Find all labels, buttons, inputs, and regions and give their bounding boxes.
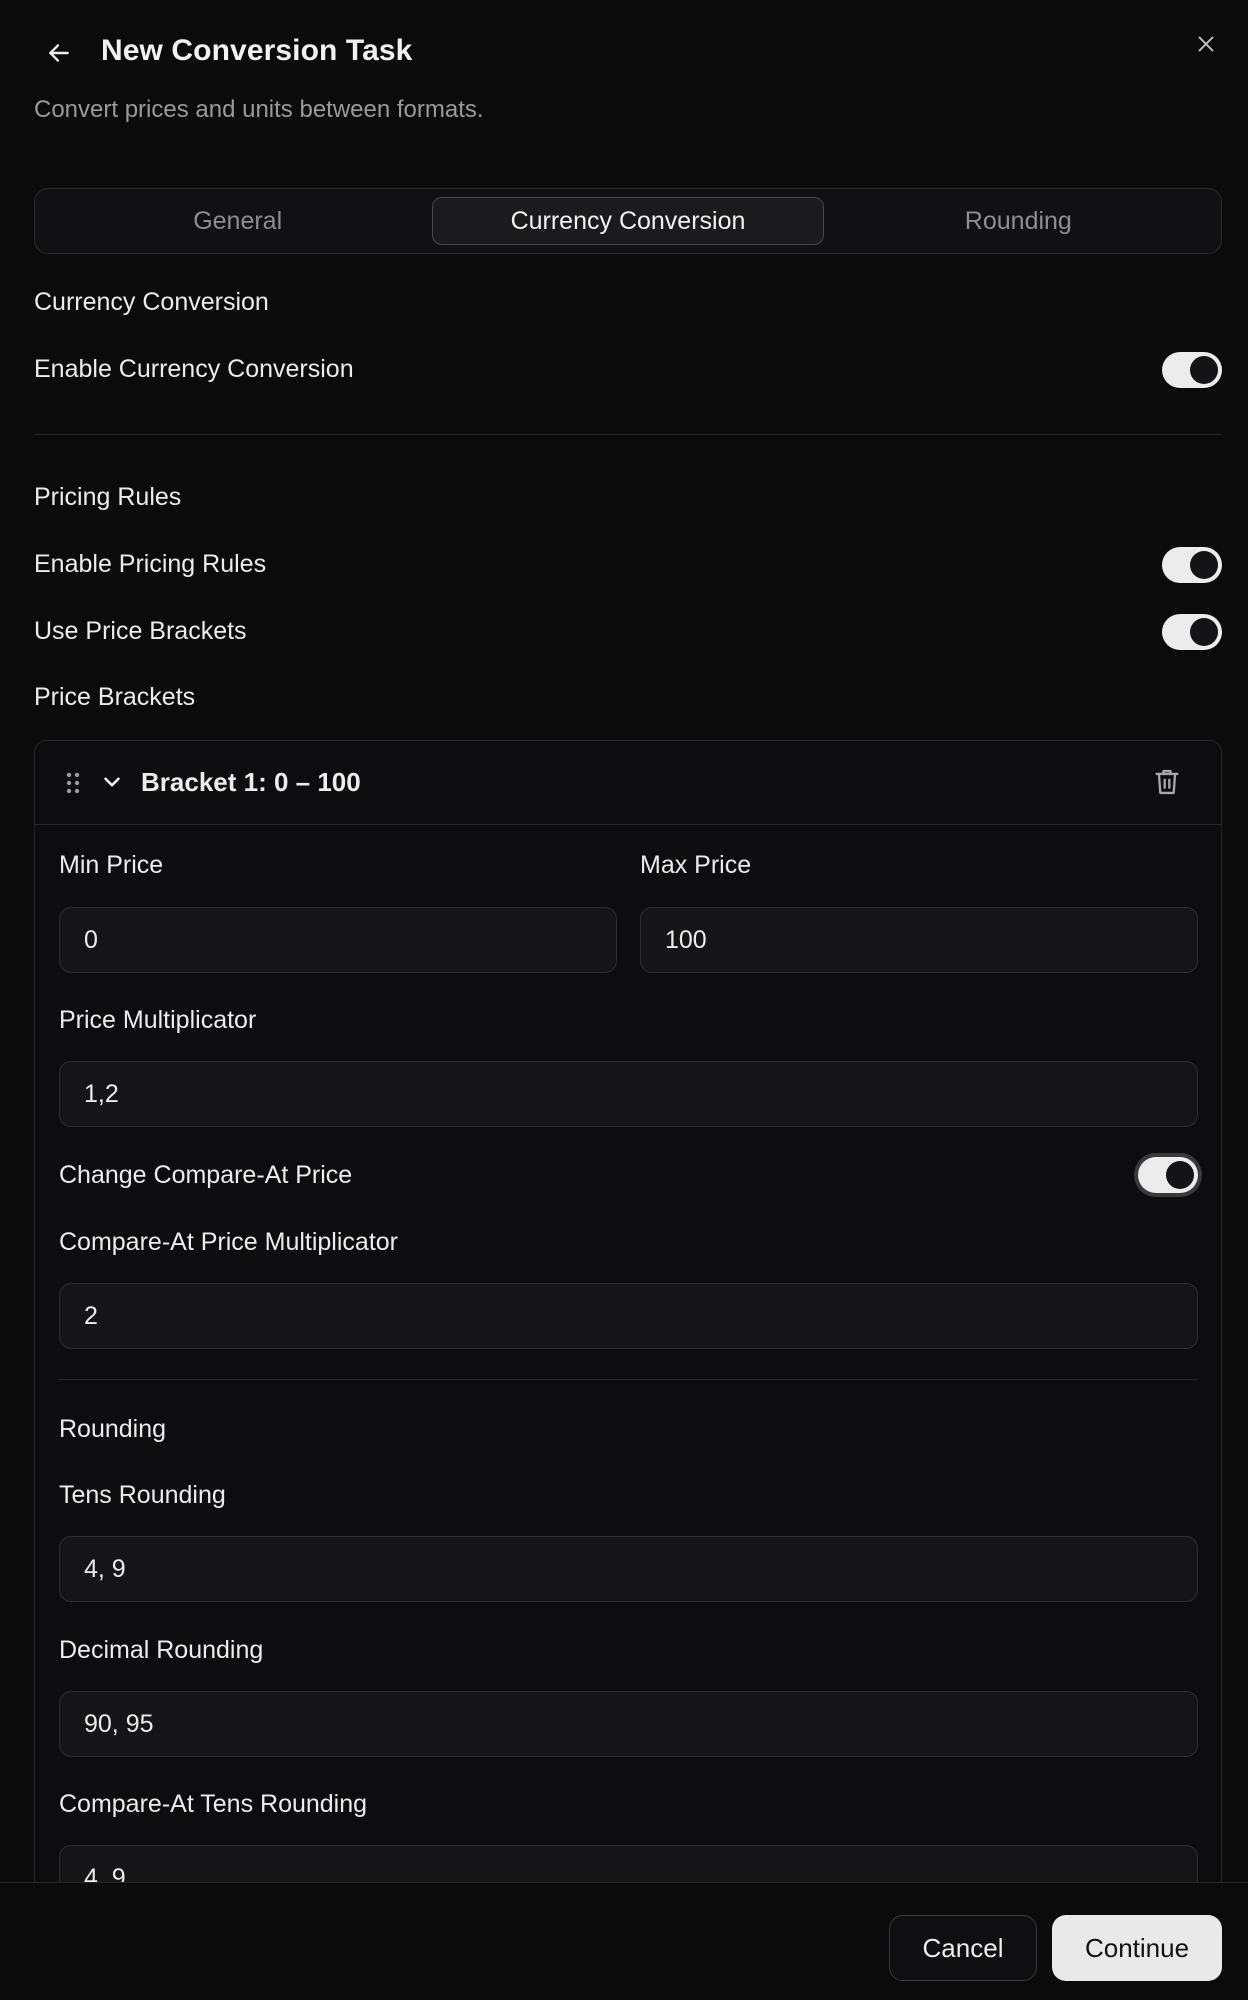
min-price-input[interactable] [84,925,592,955]
min-price-label: Min Price [59,851,164,879]
tens-rounding-label: Tens Rounding [59,1481,226,1509]
page-title: New Conversion Task [101,34,413,67]
decimal-rounding-label: Decimal Rounding [59,1636,264,1664]
back-arrow-icon[interactable] [44,38,74,68]
max-price-label: Max Price [640,851,752,879]
price-multiplicator-label: Price Multiplicator [59,1006,257,1034]
toggle-knob [1166,1161,1194,1189]
use-price-brackets-toggle[interactable] [1162,614,1222,650]
tab-currency-conversion[interactable]: Currency Conversion [432,197,824,245]
tens-rounding-input[interactable] [84,1554,1173,1584]
max-price-input[interactable] [665,925,1173,955]
bracket-divider [59,1379,1198,1380]
min-price-field[interactable] [59,907,617,973]
use-price-brackets-label: Use Price Brackets [34,617,247,645]
dialog-footer: Cancel Continue [0,1882,1248,2000]
tab-rounding[interactable]: Rounding [824,197,1213,245]
currency-conversion-heading: Currency Conversion [34,288,269,316]
enable-currency-conversion-toggle[interactable] [1162,352,1222,388]
chevron-down-icon[interactable] [99,769,125,795]
close-icon[interactable] [1190,28,1222,60]
toggle-knob [1190,551,1218,579]
compare-at-multiplicator-input[interactable] [84,1301,1173,1331]
section-divider [34,434,1222,435]
bracket-title: Bracket 1: 0 – 100 [141,767,361,797]
continue-button[interactable]: Continue [1052,1915,1222,1981]
trash-icon[interactable] [1153,767,1183,799]
compare-at-tens-rounding-label: Compare-At Tens Rounding [59,1790,368,1818]
toggle-knob [1190,356,1218,384]
drag-handle-icon[interactable] [65,771,81,795]
toggle-knob [1190,618,1218,646]
change-compare-at-price-toggle[interactable] [1138,1157,1198,1193]
compare-at-multiplicator-field[interactable] [59,1283,1198,1349]
enable-pricing-rules-toggle[interactable] [1162,547,1222,583]
price-multiplicator-input[interactable] [84,1079,1173,1109]
enable-currency-conversion-label: Enable Currency Conversion [34,355,354,383]
max-price-field[interactable] [640,907,1198,973]
decimal-rounding-field[interactable] [59,1691,1198,1757]
rounding-heading: Rounding [59,1415,167,1443]
enable-pricing-rules-label: Enable Pricing Rules [34,550,267,578]
compare-at-multiplicator-label: Compare-At Price Multiplicator [59,1228,398,1256]
price-bracket-card: Bracket 1: 0 – 100 Min Price Max Price P… [34,740,1222,2000]
tab-bar: General Currency Conversion Rounding [34,188,1222,254]
bracket-card-header: Bracket 1: 0 – 100 [35,741,1221,825]
conversion-task-panel: New Conversion Task Convert prices and u… [0,0,1248,2000]
cancel-button[interactable]: Cancel [889,1915,1037,1981]
decimal-rounding-input[interactable] [84,1709,1173,1739]
pricing-rules-heading: Pricing Rules [34,483,182,511]
tens-rounding-field[interactable] [59,1536,1198,1602]
tab-general[interactable]: General [43,197,432,245]
price-brackets-heading: Price Brackets [34,683,196,711]
page-subtitle: Convert prices and units between formats… [34,96,484,123]
price-multiplicator-field[interactable] [59,1061,1198,1127]
change-compare-at-price-label: Change Compare-At Price [59,1161,353,1189]
